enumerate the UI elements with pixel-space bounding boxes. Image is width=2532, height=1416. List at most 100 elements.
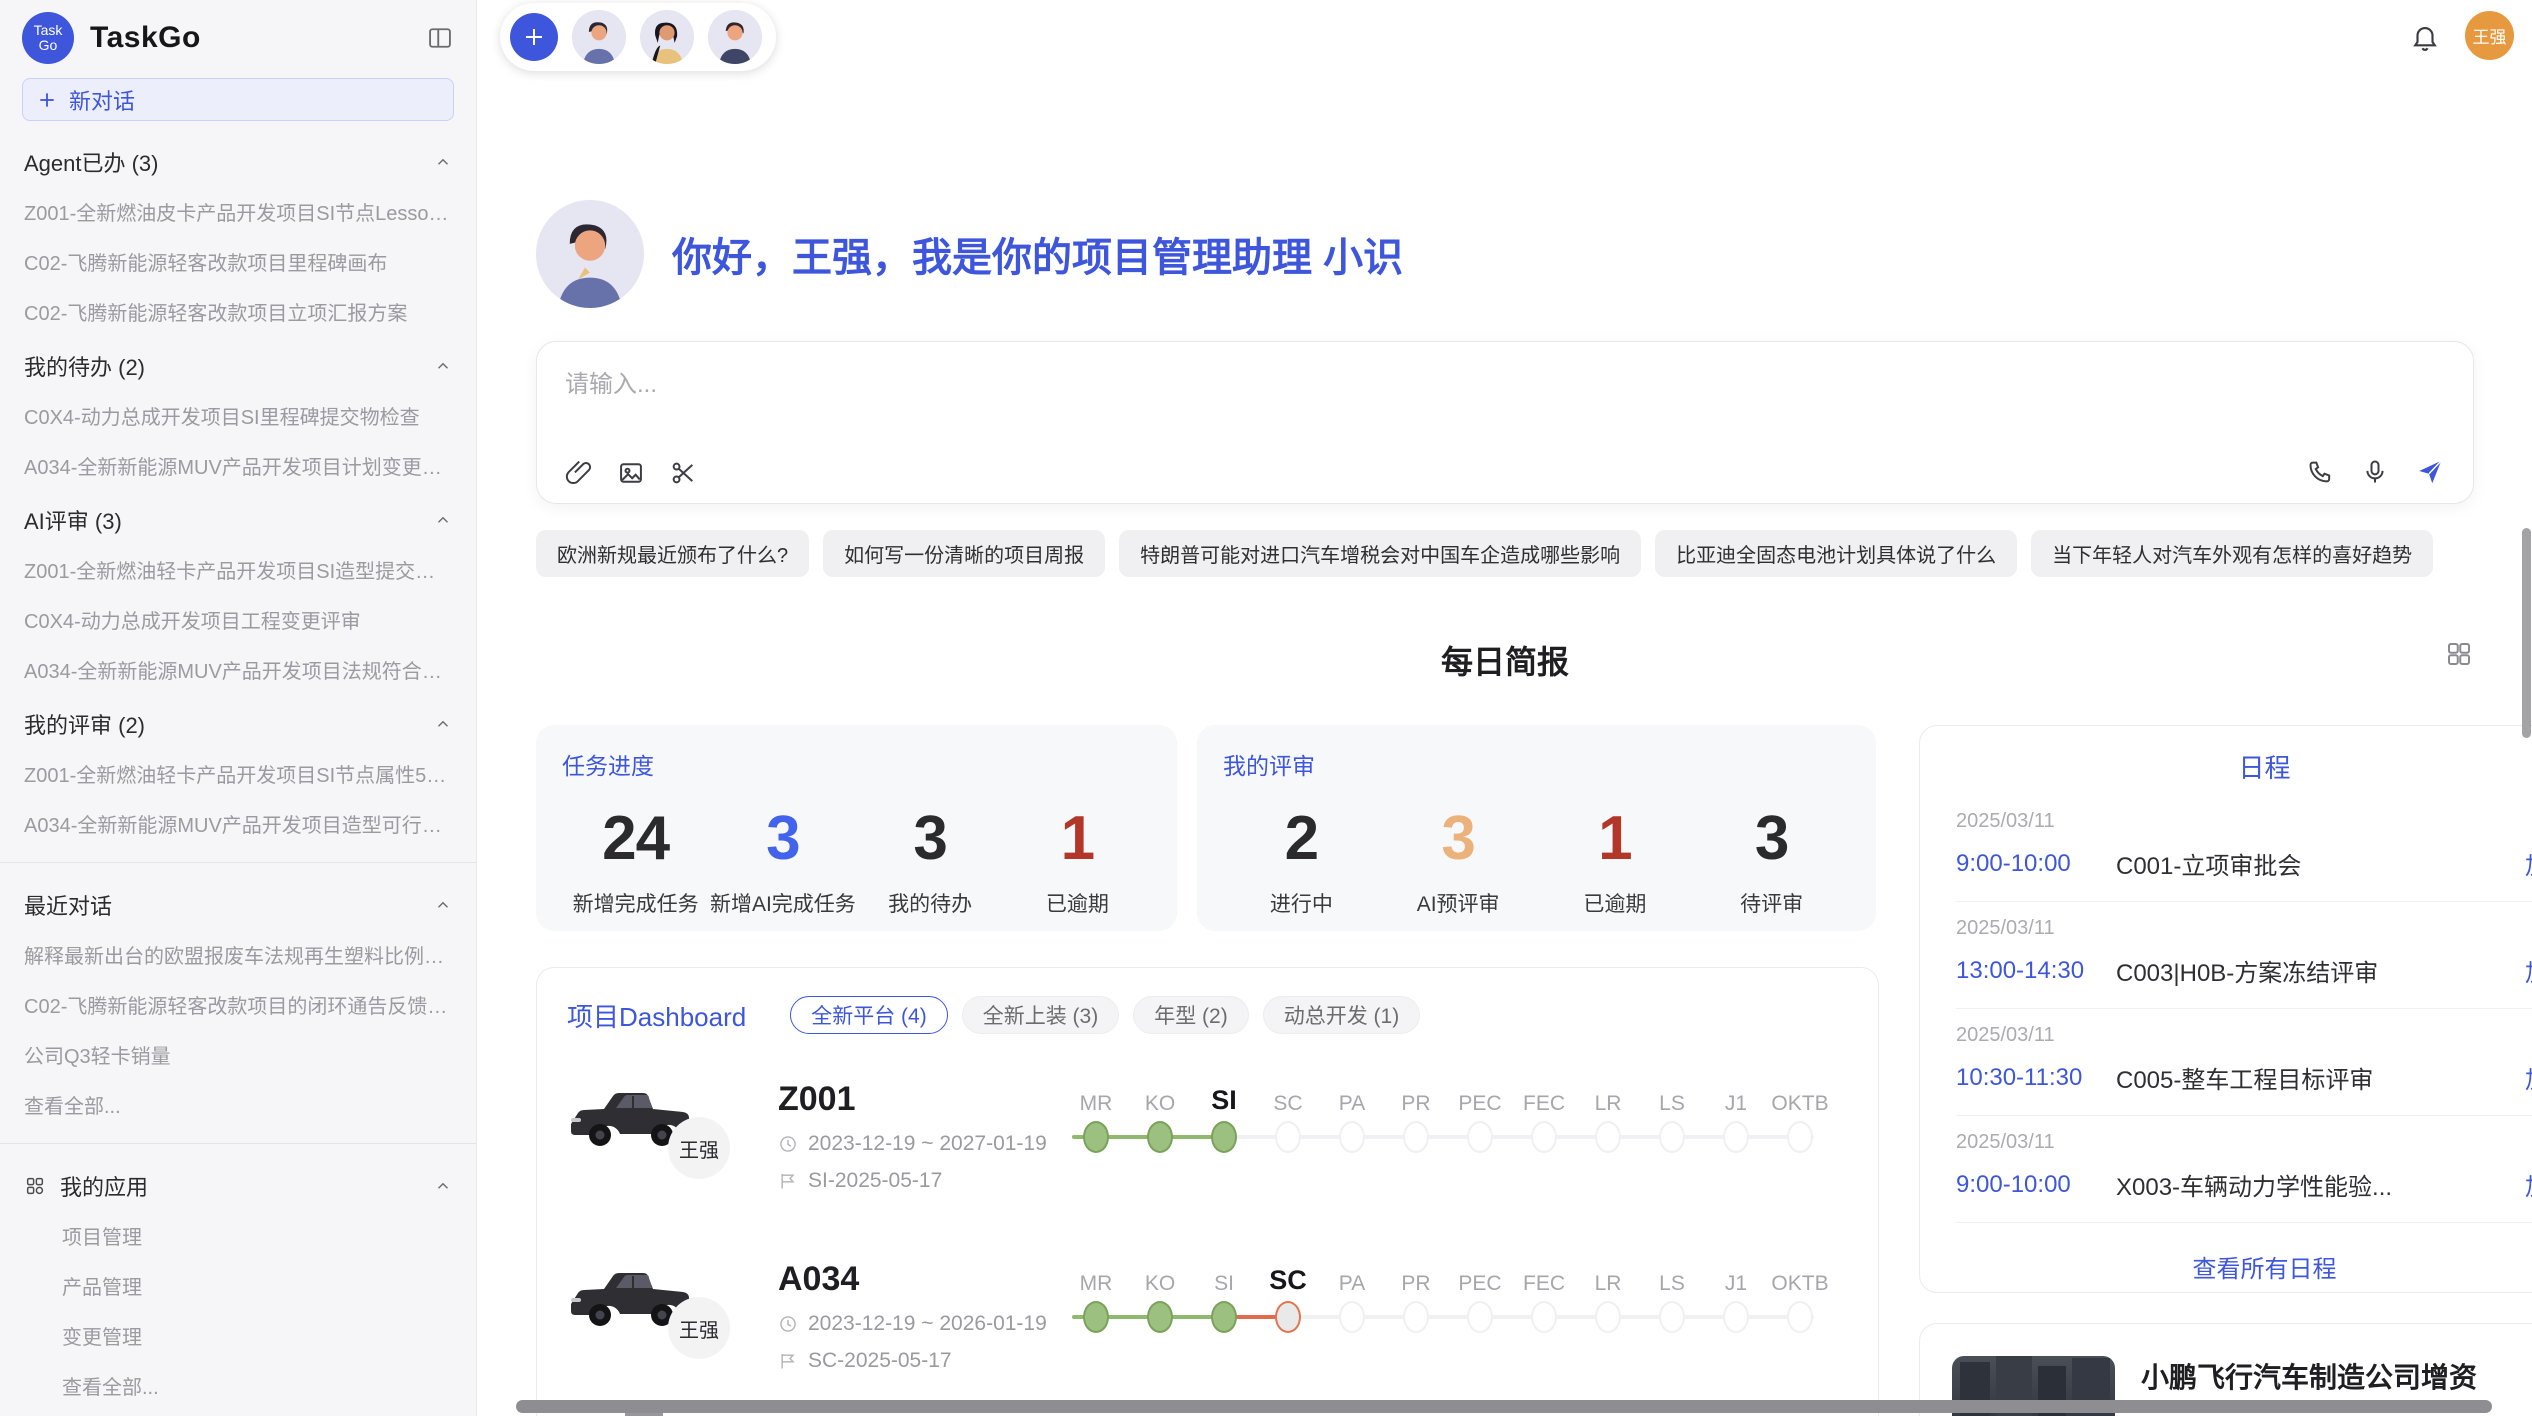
- add-session-button[interactable]: [510, 13, 558, 61]
- stat-card: 任务进度24新增完成任务3新增AI完成任务3我的待办1已逾期: [536, 725, 1177, 931]
- milestone-label: PEC: [1448, 1082, 1512, 1116]
- horizontal-scrollbar[interactable]: [516, 1400, 2492, 1413]
- app-sub-item[interactable]: 产品管理: [0, 1261, 476, 1311]
- stat-columns: 2进行中3AI预评审1已逾期3待评审: [1223, 803, 1850, 918]
- dashboard-tab[interactable]: 全新平台 (4): [790, 996, 948, 1034]
- dashboard-tab[interactable]: 动总开发 (1): [1263, 996, 1421, 1034]
- milestone-node: LS: [1640, 1082, 1704, 1158]
- milestone-label: FEC: [1512, 1082, 1576, 1116]
- suggestion-chip[interactable]: 当下年轻人对汽车外观有怎样的喜好趋势: [2031, 530, 2433, 577]
- join-meeting-link[interactable]: 加入: [2525, 846, 2532, 881]
- milestone-dot: [1787, 1121, 1813, 1153]
- sidebar-task-item[interactable]: Z001-全新燃油轻卡产品开发项目SI节点属性5D文件评审: [0, 749, 476, 799]
- sidebar-task-item[interactable]: A034-全新新能源MUV产品开发项目造型可行性评审: [0, 799, 476, 849]
- schedule-time: 10:30-11:30: [1956, 1064, 2116, 1092]
- recent-conversation-item[interactable]: 公司Q3轻卡销量: [0, 1030, 476, 1080]
- dashboard-tab[interactable]: 年型 (2): [1133, 996, 1249, 1034]
- dashboard-tab[interactable]: 全新上装 (3): [962, 996, 1120, 1034]
- stat-label: 进行中: [1223, 888, 1380, 918]
- app-sub-item[interactable]: 查看全部...: [0, 1361, 476, 1411]
- stat-column: 3新增AI完成任务: [709, 803, 856, 918]
- project-owner-badge: 王强: [668, 1297, 730, 1359]
- clock-icon: [778, 1134, 798, 1154]
- insert-image-button[interactable]: [617, 459, 645, 487]
- sidebar-task-item[interactable]: C02-飞腾新能源轻客改款项目立项汇报方案: [0, 287, 476, 337]
- sidebar-task-item[interactable]: C02-飞腾新能源轻客改款项目里程碑画布: [0, 237, 476, 287]
- milestone-dot: [1083, 1121, 1109, 1153]
- sidebar-section-header[interactable]: Agent已办 (3): [0, 133, 476, 187]
- suggestion-chip[interactable]: 比亚迪全固态电池计划具体说了什么: [1655, 530, 2017, 577]
- right-column: 日程 2025/03/119:00-10:00C001-立项审批会加入2025/…: [1919, 725, 2532, 1416]
- composer: [536, 341, 2474, 504]
- milestone-dot: [1275, 1121, 1301, 1153]
- app-sub-item[interactable]: 项目管理: [0, 1211, 476, 1261]
- daily-brief-title: 每日简报: [536, 637, 2474, 683]
- milestone-dot: [1659, 1301, 1685, 1333]
- chevron-up-icon: [434, 1177, 452, 1195]
- stat-value: 1: [1004, 803, 1151, 874]
- vertical-scrollbar[interactable]: [2522, 528, 2531, 738]
- project-image-wrap: 王强: [567, 1074, 748, 1214]
- chevron-up-icon: [434, 715, 452, 733]
- recent-conversation-item[interactable]: 查看全部...: [0, 1080, 476, 1130]
- sidebar-task-item[interactable]: A034-全新新能源MUV产品开发项目计划变更表编写: [0, 441, 476, 491]
- chevron-up-icon: [434, 896, 452, 914]
- schedule-item: 2025/03/1113:00-14:30C003|H0B-方案冻结评审加入: [1956, 902, 2532, 1009]
- join-meeting-link[interactable]: 加入: [2525, 1060, 2532, 1095]
- sidebar-task-item[interactable]: C0X4-动力总成开发项目SI里程碑提交物检查: [0, 391, 476, 441]
- composer-input[interactable]: [565, 364, 2445, 434]
- schedule-item: 2025/03/119:00-10:00C001-立项审批会加入: [1956, 795, 2532, 902]
- sidebar-task-item[interactable]: C0X4-动力总成开发项目工程变更评审: [0, 595, 476, 645]
- project-row[interactable]: 王强 A0342023-12-19 ~ 2026-01-19SC-2025-05-…: [567, 1254, 1848, 1394]
- view-all-schedule-link[interactable]: 查看所有日程: [1956, 1249, 2532, 1284]
- attach-button[interactable]: [565, 459, 593, 487]
- sidebar-section-header-recent[interactable]: 最近对话: [0, 876, 476, 930]
- join-meeting-link[interactable]: 加入: [2525, 953, 2532, 988]
- milestone-node: KO: [1128, 1262, 1192, 1338]
- sidebar-item-my-apps[interactable]: 我的应用: [0, 1157, 476, 1211]
- sidebar-section-header[interactable]: 我的待办 (2): [0, 337, 476, 391]
- sidebar-task-item[interactable]: Z001-全新燃油轻卡产品开发项目SI造型提交物评审: [0, 545, 476, 595]
- milestone-dot: [1467, 1121, 1493, 1153]
- schedule-item-row: 9:00-10:00X003-车辆动力学性能验...加入: [1956, 1167, 2532, 1202]
- sidebar-item-cloud-space[interactable]: 我的云空间: [0, 1411, 476, 1416]
- left-column: 任务进度24新增完成任务3新增AI完成任务3我的待办1已逾期我的评审2进行中3A…: [536, 725, 1879, 1416]
- milestone-dot: [1467, 1301, 1493, 1333]
- stat-column: 3我的待办: [857, 803, 1004, 918]
- sidebar-section-header[interactable]: 我的评审 (2): [0, 695, 476, 749]
- new-chat-button[interactable]: 新对话: [22, 78, 454, 121]
- avatar[interactable]: [572, 10, 626, 64]
- milestone-node: OKTB: [1768, 1262, 1832, 1338]
- avatar[interactable]: [708, 10, 762, 64]
- chevron-up-icon: [434, 511, 452, 529]
- recent-conversation-item[interactable]: 解释最新出台的欧盟报废车法规再生塑料比例被调至15%...: [0, 930, 476, 980]
- suggestion-chip[interactable]: 特朗普可能对进口汽车增税会对中国车企造成哪些影响: [1119, 530, 1641, 577]
- composer-tools-right: [2307, 457, 2445, 487]
- plus-icon: [522, 25, 546, 49]
- milestone-label: SC: [1256, 1082, 1320, 1116]
- sidebar-task-item[interactable]: Z001-全新燃油皮卡产品开发项目SI节点Lesson Learn报告: [0, 187, 476, 237]
- sidebar-collapse-button[interactable]: [426, 24, 454, 52]
- grid-icon: [2444, 639, 2474, 669]
- stat-columns: 24新增完成任务3新增AI完成任务3我的待办1已逾期: [562, 803, 1151, 918]
- recent-conversation-item[interactable]: C02-飞腾新能源轻客改款项目的闭环通告反馈情况: [0, 980, 476, 1030]
- milestone-track: MRKOSISCPAPRPECFECLRLSJ1OKTB: [1072, 1074, 1830, 1194]
- microphone-button[interactable]: [2361, 458, 2389, 486]
- screenshot-button[interactable]: [669, 459, 697, 487]
- suggestion-chip[interactable]: 欧洲新规最近颁布了什么?: [536, 530, 809, 577]
- voice-call-button[interactable]: [2307, 458, 2335, 486]
- greeting-row: 你好，王强，我是你的项目管理助理 小识: [536, 200, 2474, 308]
- project-row[interactable]: 王强Z0012023-12-19 ~ 2027-01-19SI-2025-05-…: [567, 1074, 1848, 1214]
- avatar[interactable]: [640, 10, 694, 64]
- stat-value: 3: [1380, 803, 1537, 874]
- app-sub-item[interactable]: 变更管理: [0, 1311, 476, 1361]
- send-button[interactable]: [2415, 457, 2445, 487]
- milestone-label: PA: [1320, 1082, 1384, 1116]
- project-info: A0342023-12-19 ~ 2026-01-19SC-2025-05-17: [778, 1254, 1047, 1373]
- stat-value: 1: [1537, 803, 1694, 874]
- suggestion-chip[interactable]: 如何写一份清晰的项目周报: [823, 530, 1105, 577]
- join-meeting-link[interactable]: 加入: [2525, 1167, 2532, 1202]
- sidebar-task-item[interactable]: A034-全新新能源MUV产品开发项目法规符合性评审: [0, 645, 476, 695]
- layout-switch-button[interactable]: [2444, 639, 2474, 669]
- sidebar-section-header[interactable]: AI评审 (3): [0, 491, 476, 545]
